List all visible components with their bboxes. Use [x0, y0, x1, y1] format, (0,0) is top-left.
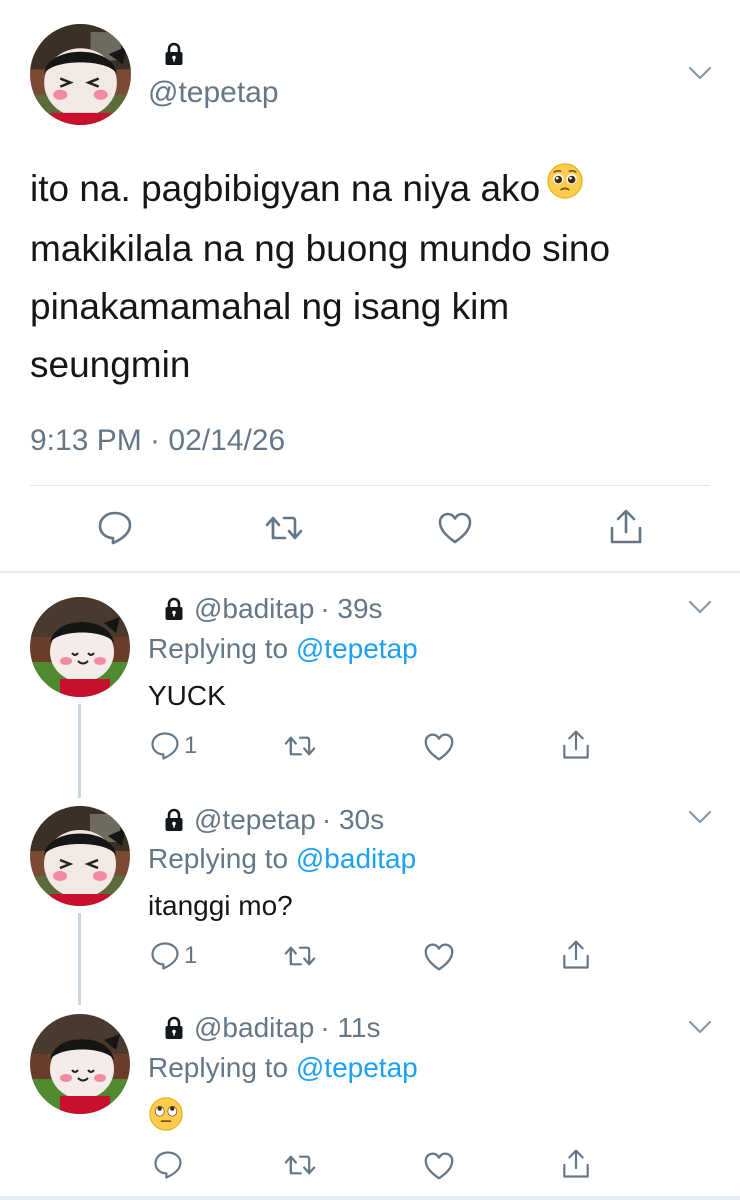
avatar[interactable]	[30, 24, 131, 125]
retweet-button[interactable]	[283, 731, 317, 761]
reply-icon	[150, 941, 180, 971]
retweet-icon	[264, 510, 304, 546]
mention-link[interactable]: @tepetap	[296, 633, 418, 664]
user-handle[interactable]: @baditap	[194, 1012, 314, 1044]
avatar[interactable]	[30, 1014, 130, 1114]
thread-connector	[78, 913, 81, 1005]
tweet-text: ito na. pagbibigyan na niya ako makikila…	[30, 160, 690, 394]
share-button[interactable]	[608, 508, 644, 546]
like-button[interactable]	[423, 1151, 455, 1181]
tweet-text-line: makikilala na ng buong mundo sino	[30, 228, 611, 270]
bottom-divider	[0, 1196, 740, 1200]
reply-icon	[97, 510, 133, 546]
reply-count: 1	[184, 942, 198, 969]
lock-icon	[164, 42, 184, 66]
user-handle[interactable]: @tepetap	[148, 76, 279, 110]
share-button[interactable]	[561, 729, 591, 761]
tweet-timestamp[interactable]: 9:13 PM · 02/14/26	[30, 424, 285, 458]
reply-header: @baditap · 39s	[164, 593, 383, 625]
like-icon	[423, 1151, 455, 1181]
like-button[interactable]	[437, 511, 473, 545]
retweet-button[interactable]	[283, 941, 317, 971]
reply-text: itanggi mo?	[148, 890, 293, 921]
mention-link[interactable]: @baditap	[296, 843, 416, 874]
reply-time: · 39s	[320, 593, 383, 624]
chevron-down-icon[interactable]	[688, 600, 712, 614]
share-icon	[561, 729, 591, 761]
reply-button[interactable]	[97, 510, 133, 546]
reply-time: · 30s	[321, 804, 385, 835]
share-icon	[561, 939, 591, 971]
retweet-icon	[283, 731, 317, 761]
share-button[interactable]	[561, 1148, 591, 1180]
reply-header: @baditap · 11s	[164, 1012, 380, 1044]
retweet-icon	[283, 941, 317, 971]
lock-icon	[164, 597, 184, 621]
replying-label: Replying to	[148, 633, 296, 664]
replying-label: Replying to	[148, 843, 296, 874]
lock-icon	[164, 1016, 184, 1040]
reply-button[interactable]: 1	[150, 731, 197, 761]
lock-icon	[164, 808, 184, 832]
like-icon	[437, 511, 473, 545]
chevron-down-icon[interactable]	[688, 810, 712, 824]
reply-text: YUCK	[148, 680, 226, 711]
share-icon	[561, 1148, 591, 1180]
tweet-text-line: ito na. pagbibigyan na niya ako	[30, 168, 541, 209]
tweet-text-line: seungmin	[30, 344, 191, 386]
user-handle[interactable]: @tepetap	[194, 804, 316, 836]
reply-time: · 11s	[320, 1012, 381, 1043]
avatar[interactable]	[30, 597, 130, 697]
tweet-text-line: pinakamamahal ng isang kim	[30, 286, 510, 328]
replying-to: Replying to @baditap	[148, 843, 416, 875]
avatar[interactable]	[30, 806, 130, 906]
replying-to: Replying to @tepetap	[148, 633, 418, 665]
share-button[interactable]	[561, 939, 591, 971]
mention-link[interactable]: @tepetap	[296, 1052, 418, 1083]
like-button[interactable]	[423, 942, 455, 972]
reply-icon	[153, 1150, 183, 1180]
face-with-rolling-eyes-emoji-icon	[148, 1096, 184, 1137]
reply-icon	[150, 731, 180, 761]
retweet-icon	[283, 1150, 317, 1180]
like-icon	[423, 942, 455, 972]
retweet-button[interactable]	[283, 1150, 317, 1180]
like-icon	[423, 732, 455, 762]
chevron-down-icon[interactable]	[688, 1020, 712, 1034]
pleading-face-emoji-icon	[546, 159, 584, 217]
user-handle[interactable]: @baditap	[194, 593, 314, 625]
reply-button[interactable]	[153, 1150, 183, 1180]
replying-to: Replying to @tepetap	[148, 1052, 418, 1084]
reply-button[interactable]: 1	[150, 941, 197, 971]
thread-connector	[78, 704, 81, 798]
divider	[30, 485, 710, 486]
like-button[interactable]	[423, 732, 455, 762]
retweet-button[interactable]	[264, 510, 304, 546]
share-icon	[608, 508, 644, 546]
section-divider	[0, 571, 740, 573]
replying-label: Replying to	[148, 1052, 296, 1083]
reply-header: @tepetap · 30s	[164, 804, 384, 836]
reply-count: 1	[184, 732, 198, 759]
chevron-down-icon[interactable]	[688, 66, 712, 80]
